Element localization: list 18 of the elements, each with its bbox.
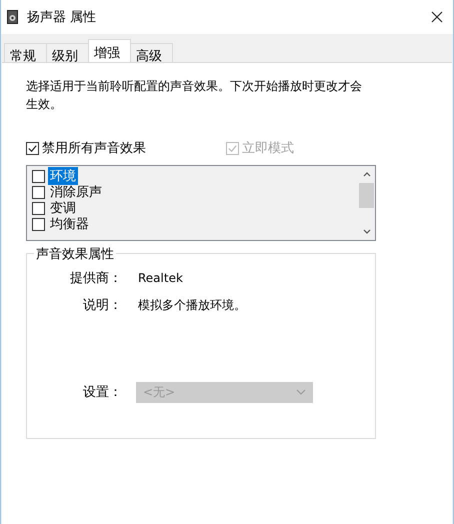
field-value: 模拟多个播放环境。 <box>138 296 246 314</box>
group-title: 声音效果属性 <box>34 245 116 263</box>
caret-icon <box>296 389 306 395</box>
checkbox-label: 禁用所有声音效果 <box>42 140 146 157</box>
field-label: 设置： <box>82 384 122 401</box>
checkbox-label: 立即模式 <box>242 140 294 157</box>
tab[interactable]: 级别 <box>46 43 89 62</box>
tab[interactable]: 常规 <box>4 43 47 62</box>
tab[interactable]: 高级 <box>130 43 173 62</box>
field-label: 提供商： <box>69 270 122 287</box>
tab[interactable]: 增强 <box>88 39 131 62</box>
close-icon[interactable] <box>431 11 443 23</box>
description-text: 选择适用于当前聆听配置的声音效果。下次开始播放时更改才会生效。 <box>26 78 363 113</box>
checkbox[interactable] <box>26 142 39 154</box>
speaker-icon <box>7 10 19 24</box>
field-label: 说明： <box>82 297 122 314</box>
window-title: 扬声器 属性 <box>27 9 98 26</box>
field-value: Realtek <box>138 271 183 285</box>
